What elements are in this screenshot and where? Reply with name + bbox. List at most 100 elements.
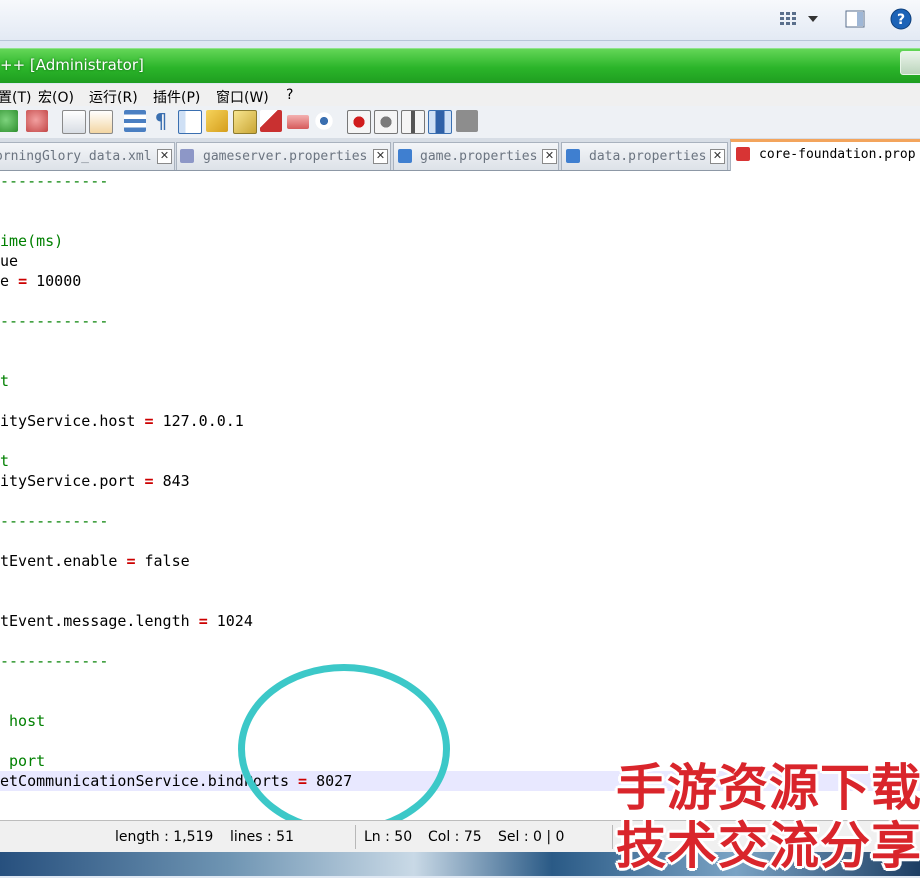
preview-pane-icon[interactable] — [843, 8, 867, 30]
run-macro-multiple-icon[interactable] — [428, 110, 452, 134]
property-key: tEvent.message.length — [0, 612, 190, 630]
menu-macro[interactable]: 宏(O) — [38, 87, 74, 107]
code-line[interactable]: tEvent.enable = false — [0, 551, 920, 571]
monitoring-icon[interactable] — [313, 110, 335, 132]
menu-window[interactable]: 窗口(W) — [216, 87, 269, 107]
tab-label: data.properties — [589, 149, 707, 164]
code-line[interactable] — [0, 211, 920, 231]
assign-operator: = — [144, 412, 154, 430]
code-line[interactable] — [0, 631, 920, 651]
tab-label: core-foundation.prop — [759, 147, 916, 162]
assign-operator: = — [126, 552, 136, 570]
code-line[interactable]: host — [0, 711, 920, 731]
plain-text: ue — [0, 252, 19, 270]
status-sel: Sel : 0 | 0 — [498, 829, 565, 845]
tab-core-foundation[interactable]: core-foundation.prop — [730, 139, 920, 171]
tab-morningglory-data[interactable]: orningGlory_data.xml ✕ — [0, 142, 175, 170]
menu-bar: 置(T) 宏(O) 运行(R) 插件(P) 窗口(W) ? — [0, 84, 920, 106]
save-macro-icon[interactable] — [456, 110, 478, 132]
code-line[interactable] — [0, 491, 920, 511]
tab-gameserver-properties[interactable]: gameserver.properties ✕ — [176, 142, 391, 170]
code-line[interactable]: ------------ — [0, 311, 920, 331]
play-macro-icon[interactable] — [401, 110, 425, 134]
assign-operator: = — [198, 612, 208, 630]
status-lines: lines : 51 — [230, 829, 294, 845]
assign-operator: = — [144, 472, 154, 490]
assign-operator: = — [18, 272, 28, 290]
code-line[interactable]: ityService.host = 127.0.0.1 — [0, 411, 920, 431]
sync-vertical-icon[interactable] — [62, 110, 86, 134]
menu-settings[interactable]: 置(T) — [0, 87, 31, 107]
code-line[interactable]: ------------ — [0, 171, 920, 191]
text-editor[interactable]: ------------ ime(ms) ue e = 10000 ----------… — [0, 171, 920, 820]
toolbar: ¶ — [0, 106, 920, 139]
status-col: Col : 75 — [428, 829, 482, 845]
function-list-icon[interactable] — [260, 110, 282, 132]
status-separator — [355, 825, 356, 849]
window-title: ++ [Administrator] — [0, 56, 144, 74]
code-line[interactable] — [0, 571, 920, 591]
zoom-in-icon[interactable] — [0, 110, 18, 132]
stop-record-icon[interactable] — [374, 110, 398, 134]
code-line[interactable]: e = 10000 — [0, 271, 920, 291]
doc-map-icon[interactable] — [233, 110, 257, 134]
close-icon[interactable]: ✕ — [373, 149, 388, 164]
code-line[interactable] — [0, 531, 920, 551]
property-value: 127.0.0.1 — [162, 412, 244, 430]
status-separator — [612, 825, 613, 849]
tab-label: game.properties — [420, 149, 538, 164]
code-line[interactable]: ityService.port = 843 — [0, 471, 920, 491]
comment-text: host — [0, 712, 46, 730]
app-title-bar: ++ [Administrator] — [0, 48, 920, 83]
record-macro-icon[interactable] — [347, 110, 371, 134]
code-line[interactable] — [0, 351, 920, 371]
menu-help[interactable]: ? — [286, 87, 293, 103]
code-line[interactable]: t — [0, 451, 920, 471]
close-icon[interactable]: ✕ — [157, 149, 172, 164]
highlight-circle — [238, 664, 450, 834]
comment-text: ime(ms) — [0, 232, 64, 250]
code-line[interactable] — [0, 291, 920, 311]
status-length: length : 1,519 — [115, 829, 214, 845]
code-line[interactable]: ue — [0, 251, 920, 271]
code-line[interactable]: ------------ — [0, 511, 920, 531]
zoom-out-icon[interactable] — [26, 110, 48, 132]
code-line[interactable] — [0, 191, 920, 211]
code-line[interactable] — [0, 591, 920, 611]
tab-data-properties[interactable]: data.properties ✕ — [561, 142, 728, 170]
word-wrap-icon[interactable] — [124, 110, 146, 132]
code-line[interactable]: tEvent.message.length = 1024 — [0, 611, 920, 631]
code-line[interactable] — [0, 691, 920, 711]
watermark-line-2: 技术交流分享 — [616, 817, 920, 875]
help-icon[interactable]: ? — [888, 8, 914, 30]
code-line[interactable] — [0, 671, 920, 691]
code-line[interactable]: ------------ — [0, 651, 920, 671]
comment-text: t — [0, 372, 10, 390]
indent-guide-icon[interactable] — [178, 110, 202, 134]
saved-file-icon — [398, 149, 412, 163]
tab-game-properties[interactable]: game.properties ✕ — [393, 142, 559, 170]
view-options-icon[interactable] — [778, 8, 798, 30]
menu-plugins[interactable]: 插件(P) — [153, 87, 200, 107]
property-value: 843 — [162, 472, 190, 490]
comment-text: ------------ — [0, 652, 109, 670]
code-line[interactable] — [0, 331, 920, 351]
close-icon[interactable]: ✕ — [710, 149, 725, 164]
sync-horizontal-icon[interactable] — [89, 110, 113, 134]
code-line[interactable]: ime(ms) — [0, 231, 920, 251]
code-line[interactable] — [0, 431, 920, 451]
show-all-chars-icon[interactable]: ¶ — [150, 110, 172, 132]
folder-as-workspace-icon[interactable] — [287, 115, 309, 129]
property-key: ityService.host — [0, 412, 136, 430]
tab-label: orningGlory_data.xml — [0, 149, 152, 164]
udl-icon[interactable] — [206, 110, 228, 132]
property-value: false — [144, 552, 190, 570]
dropdown-arrow-icon[interactable] — [806, 8, 820, 30]
minimize-button[interactable] — [900, 51, 920, 75]
close-icon[interactable]: ✕ — [542, 149, 557, 164]
menu-run[interactable]: 运行(R) — [89, 87, 138, 107]
code-line[interactable]: t — [0, 371, 920, 391]
property-value: 1024 — [216, 612, 253, 630]
property-key: ityService.port — [0, 472, 136, 490]
code-line[interactable] — [0, 391, 920, 411]
